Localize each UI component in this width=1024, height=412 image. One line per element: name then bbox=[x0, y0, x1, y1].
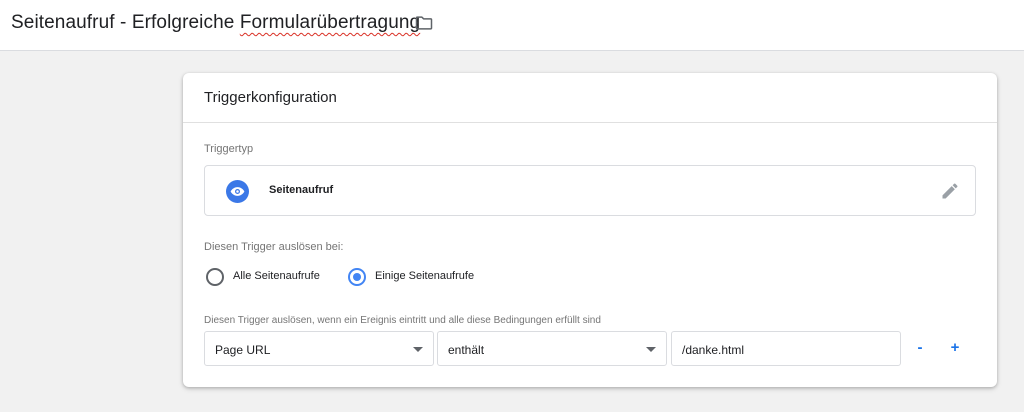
operator-select[interactable]: enthält bbox=[437, 331, 667, 366]
remove-condition-button[interactable]: - bbox=[909, 337, 931, 359]
variable-select[interactable]: Page URL bbox=[204, 331, 434, 366]
page-title-part1: Seitenaufruf - Erfolgreiche bbox=[11, 12, 240, 33]
conditions-label: Diesen Trigger auslösen, wenn ein Ereign… bbox=[204, 315, 601, 326]
folder-icon[interactable] bbox=[414, 13, 434, 33]
page-title[interactable]: Seitenaufruf - Erfolgreiche Formularüber… bbox=[11, 12, 420, 34]
trigger-type-label: Triggertyp bbox=[204, 143, 254, 155]
card-title: Triggerkonfiguration bbox=[204, 89, 337, 106]
radio-some-pageviews-label[interactable]: Einige Seitenaufrufe bbox=[375, 270, 474, 282]
value-input[interactable]: /danke.html bbox=[671, 331, 901, 366]
fire-on-label: Diesen Trigger auslösen bei: bbox=[204, 241, 344, 253]
variable-select-value: Page URL bbox=[215, 343, 271, 357]
radio-some-pageviews[interactable] bbox=[348, 268, 366, 286]
value-input-text: /danke.html bbox=[682, 343, 745, 357]
trigger-config-card: Triggerkonfiguration Triggertyp Seitenau… bbox=[183, 73, 997, 387]
chevron-down-icon bbox=[413, 347, 423, 352]
page-title-part2: Formularübertragung bbox=[239, 12, 421, 33]
pencil-icon[interactable] bbox=[940, 181, 960, 201]
top-bar: Seitenaufruf - Erfolgreiche Formularüber… bbox=[0, 0, 1024, 51]
operator-select-value: enthält bbox=[448, 343, 485, 357]
trigger-type-box[interactable]: Seitenaufruf bbox=[204, 165, 976, 216]
add-condition-button[interactable]: + bbox=[944, 337, 966, 359]
trigger-type-name: Seitenaufruf bbox=[269, 184, 334, 196]
radio-all-pageviews[interactable] bbox=[206, 268, 224, 286]
card-header: Triggerkonfiguration bbox=[183, 73, 997, 123]
eye-icon bbox=[226, 180, 249, 203]
chevron-down-icon bbox=[646, 347, 656, 352]
radio-all-pageviews-label[interactable]: Alle Seitenaufrufe bbox=[233, 270, 320, 282]
